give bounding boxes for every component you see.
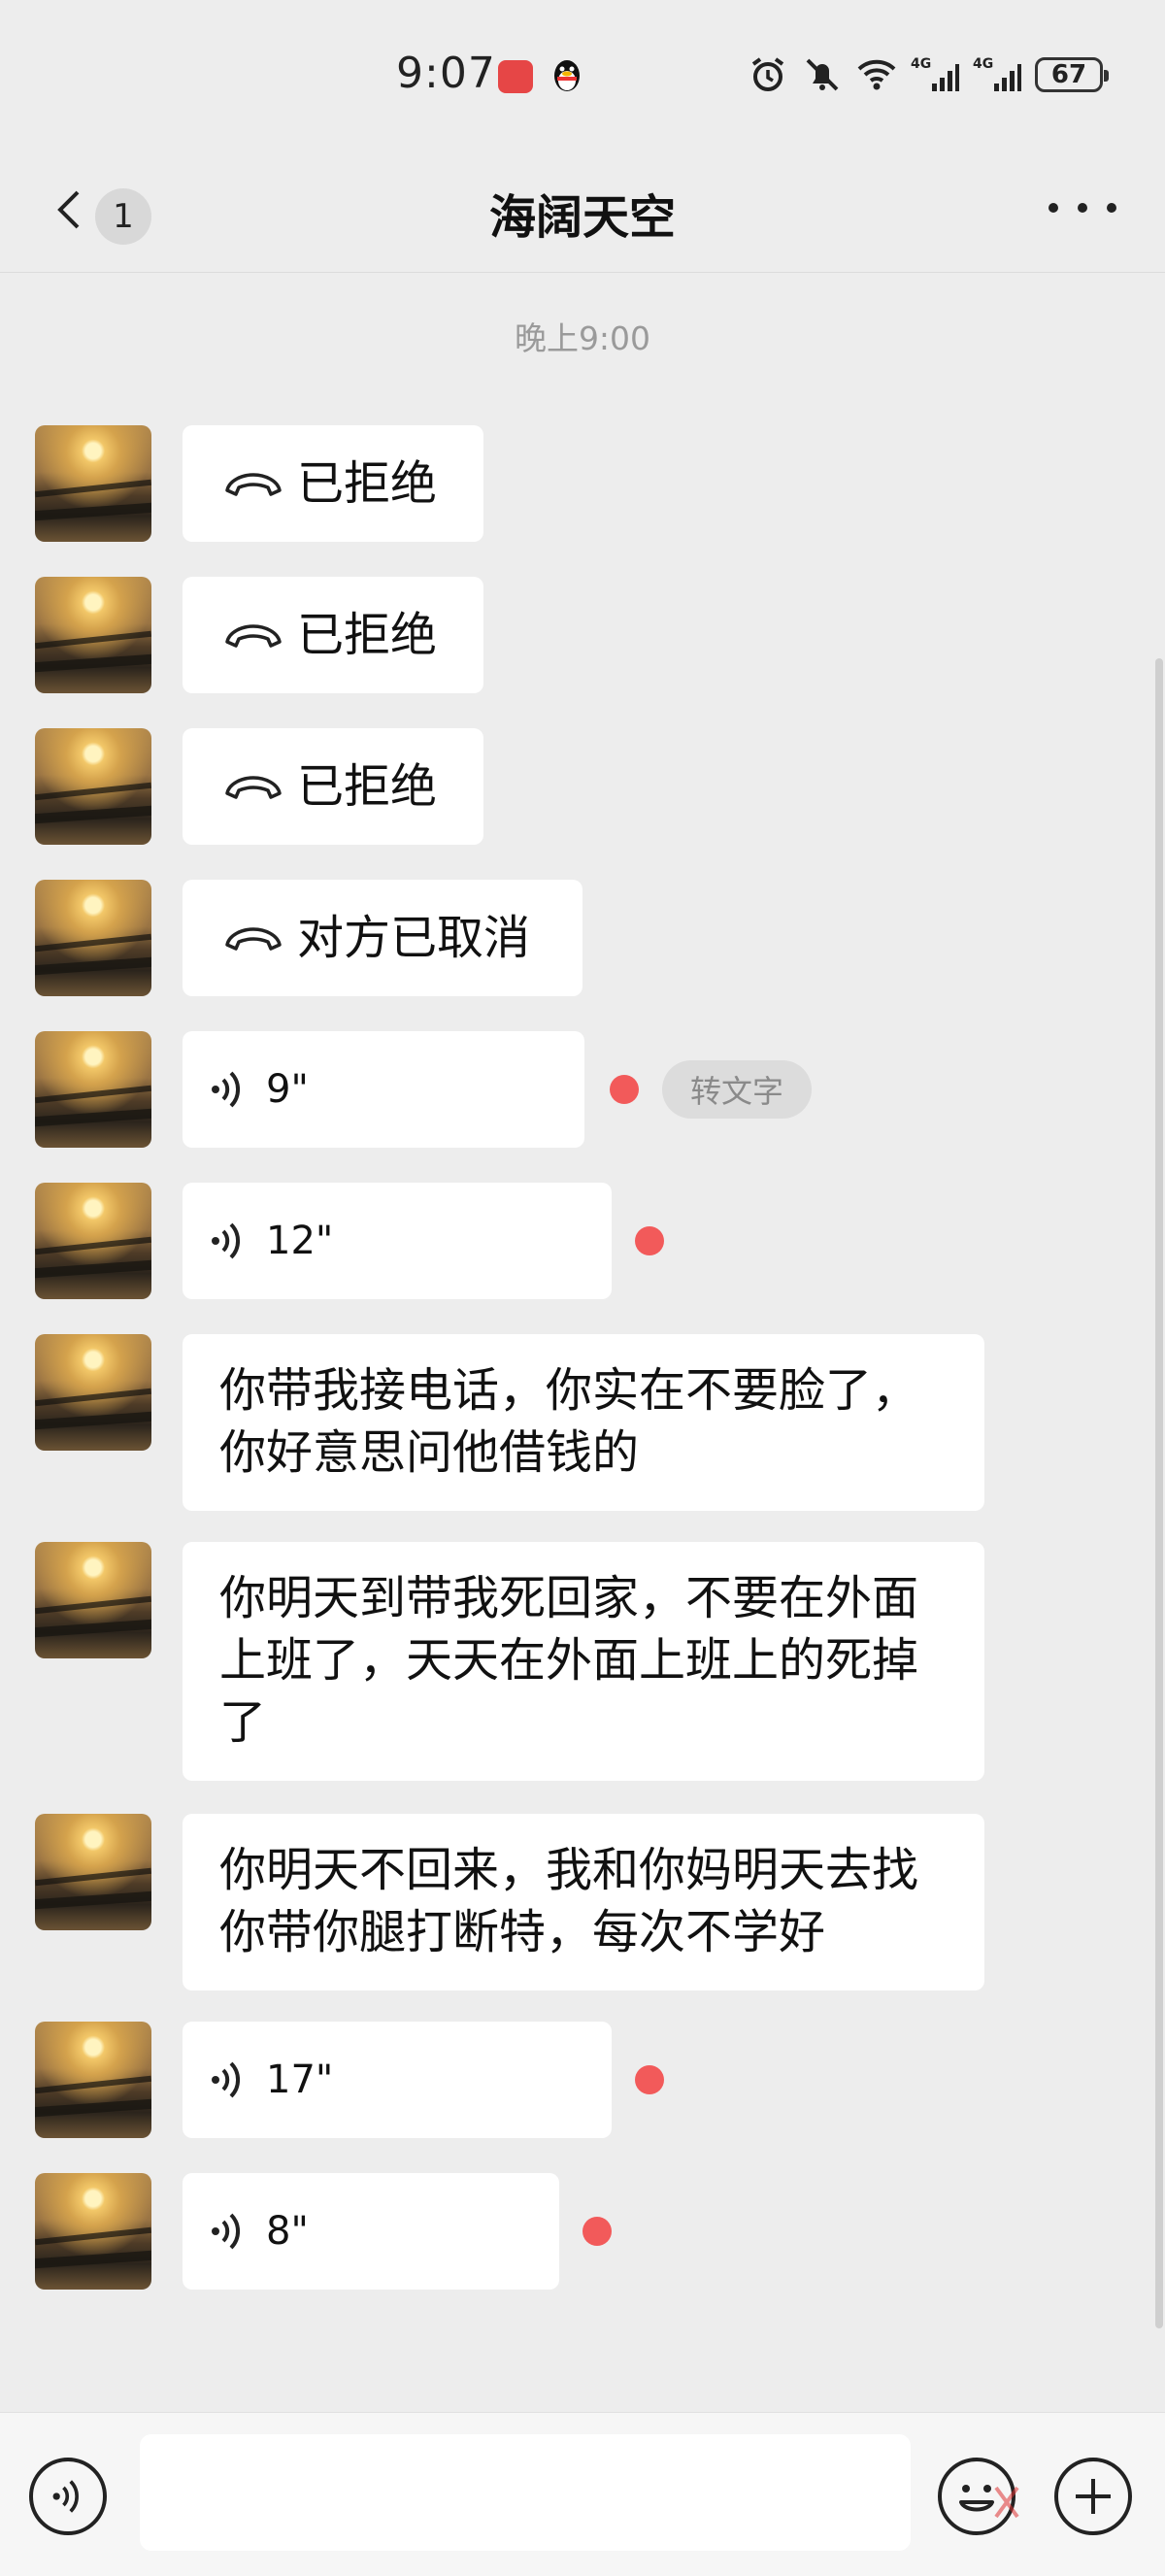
more-dot-icon [1078, 203, 1087, 213]
voice-wave-icon [212, 2061, 241, 2098]
call-record-bubble[interactable]: 已拒绝 [183, 425, 483, 542]
voice-duration: 12" [266, 1219, 334, 1263]
text-message-bubble[interactable]: 你明天不回来，我和你妈明天去找你带你腿打断特，每次不学好 [183, 1814, 984, 1991]
message-text: 你带我接电话，你实在不要脸了，你好意思问他借钱的 [219, 1363, 919, 1480]
chat-title: 海阔天空 [488, 190, 676, 245]
notification-app-icon [498, 60, 533, 93]
message-text: 你明天不回来，我和你妈明天去找你带你腿打断特，每次不学好 [219, 1843, 919, 1959]
call-record-bubble[interactable]: 对方已取消 [183, 880, 582, 996]
voice-message-bubble[interactable]: 12" [183, 1183, 612, 1299]
text-message-bubble[interactable]: 你带我接电话，你实在不要脸了，你好意思问他借钱的 [183, 1334, 984, 1511]
phone-hangup-icon [225, 624, 282, 648]
avatar[interactable] [35, 2022, 151, 2138]
wifi-icon [857, 59, 896, 90]
status-icons: 4G 4G 67 [748, 50, 1109, 99]
voice-message-bubble[interactable]: 9" [183, 1031, 584, 1148]
voice-wave-icon [212, 1071, 241, 1108]
call-status-text: 已拒绝 [297, 608, 438, 662]
avatar[interactable] [35, 1183, 151, 1299]
voice-message-bubble[interactable]: 8" [183, 2173, 559, 2290]
voice-duration: 17" [266, 2057, 334, 2102]
avatar[interactable] [35, 728, 151, 845]
voice-duration: 8" [266, 2209, 309, 2254]
status-bar: 9:07 4G 4G 67 [0, 0, 1165, 146]
alarm-icon [751, 57, 784, 91]
call-record-bubble[interactable]: 已拒绝 [183, 577, 483, 693]
phone-hangup-icon [225, 473, 282, 496]
voice-wave-icon [212, 1222, 241, 1259]
mute-bell-icon [806, 58, 839, 91]
voice-wave-icon [212, 2213, 241, 2250]
unread-dot [635, 1226, 664, 1255]
phone-hangup-icon [225, 927, 282, 951]
avatar[interactable] [35, 577, 151, 693]
more-dot-icon [1048, 203, 1058, 213]
avatar[interactable] [35, 1334, 151, 1451]
phone-hangup-icon [225, 776, 282, 799]
unread-dot [582, 2217, 612, 2246]
text-message-bubble[interactable]: 你明天到带我死回家，不要在外面上班了，天天在外面上班上的死掉了 [183, 1542, 984, 1781]
voice-input-toggle[interactable] [29, 2458, 107, 2535]
message-text: 你明天到带我死回家，不要在外面上班了，天天在外面上班上的死掉了 [219, 1571, 919, 1750]
message-input[interactable] [140, 2434, 911, 2551]
qq-penguin-icon [554, 60, 580, 91]
avatar[interactable] [35, 1542, 151, 1658]
battery-indicator: 67 [1035, 57, 1109, 92]
svg-text:4G: 4G [911, 56, 931, 72]
voice-duration: 9" [266, 1067, 309, 1112]
avatar[interactable] [35, 425, 151, 542]
avatar[interactable] [35, 2173, 151, 2290]
unread-dot [610, 1075, 639, 1104]
call-record-bubble[interactable]: 已拒绝 [183, 728, 483, 845]
avatar[interactable] [35, 1814, 151, 1930]
chat-header: 1 海阔天空 [0, 146, 1165, 273]
call-status-text: 已拒绝 [297, 759, 438, 814]
transcribe-button[interactable]: 转文字 [662, 1060, 812, 1119]
voice-message-bubble[interactable]: 17" [183, 2022, 612, 2138]
chat-scrollbar[interactable] [1155, 658, 1163, 2328]
chat-timestamp: 晚上9:00 [514, 319, 651, 357]
signal-4g-icon-1: 4G [911, 56, 959, 91]
call-status-text: 已拒绝 [297, 456, 438, 511]
more-options-button[interactable] [1048, 188, 1116, 227]
signal-4g-icon-2: 4G [973, 56, 1021, 91]
more-dot-icon [1107, 203, 1116, 213]
svg-text:4G: 4G [973, 56, 993, 72]
status-time: 9:07 [396, 49, 496, 98]
voice-wave-icon [52, 2480, 79, 2513]
call-status-text: 对方已取消 [297, 911, 531, 965]
unread-dot [635, 2065, 664, 2094]
watermark-logo [994, 2486, 1019, 2519]
avatar[interactable] [35, 1031, 151, 1148]
avatar[interactable] [35, 880, 151, 996]
